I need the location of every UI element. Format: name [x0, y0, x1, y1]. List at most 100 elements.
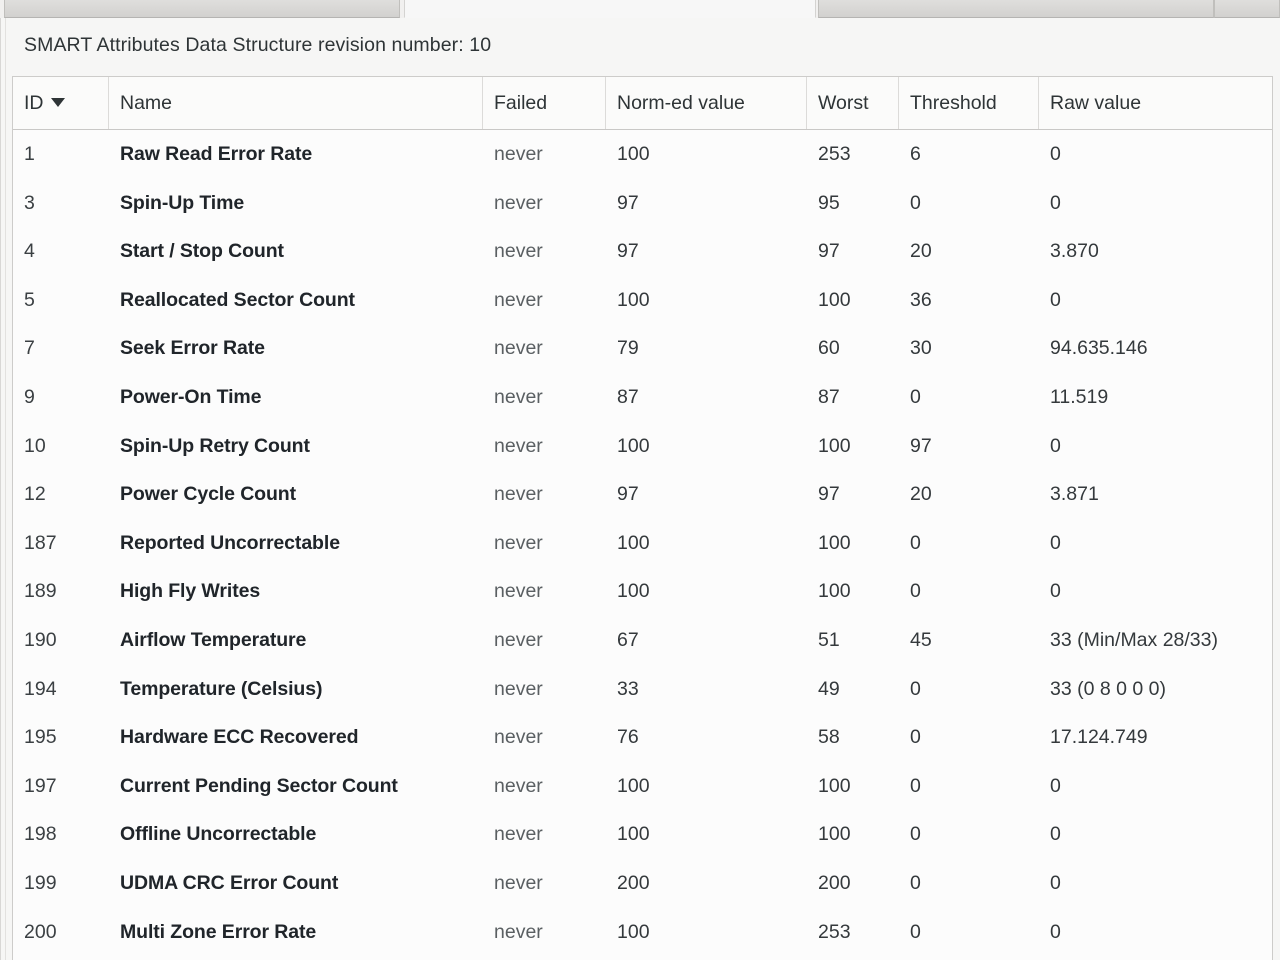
cell-normed: 97 [617, 240, 639, 263]
cell-name: Multi Zone Error Rate [120, 920, 317, 943]
cell-raw: 0 [1050, 434, 1061, 457]
cell-failed: never [494, 337, 543, 360]
cell-raw: 0 [1050, 920, 1061, 943]
column-header-worst[interactable]: Worst [807, 77, 899, 129]
cell-threshold: 0 [910, 580, 921, 603]
cell-worst: 58 [818, 726, 840, 749]
cell-worst: 60 [818, 337, 840, 360]
cell-normed: 76 [617, 726, 639, 749]
tab-item-2[interactable] [404, 0, 816, 18]
cell-failed: never [494, 823, 543, 846]
cell-id: 198 [24, 823, 57, 846]
smart-data-dialog: SMART Attributes Data Structure revision… [0, 0, 1280, 960]
column-header-name[interactable]: Name [109, 77, 483, 129]
cell-worst: 49 [818, 677, 840, 700]
table-row[interactable]: 197 Current Pending Sector Count never 100 1… [13, 761, 1272, 811]
table-row[interactable]: 190 Airflow Temperature never 67 51 45 33 (Min… [13, 615, 1272, 665]
table-row[interactable]: 1 Raw Read Error Rate never 100 253 6 0 [13, 130, 1272, 179]
table-row[interactable]: 187 Reported Uncorrectable never 100 100 0 0 [13, 518, 1272, 568]
cell-failed: never [494, 143, 543, 165]
table-row[interactable]: 10 Spin-Up Retry Count never 100 100 97 0 [13, 421, 1272, 471]
cell-id: 12 [24, 483, 46, 506]
tab-item-4[interactable] [1214, 0, 1280, 18]
cell-threshold: 0 [910, 726, 921, 749]
cell-raw: 94.635.146 [1050, 337, 1148, 360]
table-row[interactable]: 5 Reallocated Sector Count never 100 100 36 0 [13, 275, 1272, 325]
column-header-label: ID [24, 92, 44, 114]
cell-failed: never [494, 483, 543, 506]
cell-normed: 79 [617, 337, 639, 360]
cell-normed: 100 [617, 434, 650, 457]
cell-failed: never [494, 191, 543, 214]
table-row[interactable]: 195 Hardware ECC Recovered never 76 58 0 17.12… [13, 713, 1272, 762]
cell-normed: 100 [617, 143, 650, 165]
cell-worst: 87 [818, 385, 840, 408]
table-row[interactable]: 189 High Fly Writes never 100 100 0 0 [13, 567, 1272, 616]
cell-id: 9 [24, 385, 35, 408]
table-row[interactable]: 199 UDMA CRC Error Count never 200 200 0 0 [13, 858, 1272, 908]
tab-bar [0, 0, 1280, 18]
cell-name: High Fly Writes [120, 580, 261, 603]
table-row[interactable]: 198 Offline Uncorrectable never 100 100 0 0 [13, 810, 1272, 859]
cell-worst: 253 [818, 920, 851, 943]
table-row[interactable]: 200 Multi Zone Error Rate never 100 253 0 0 [13, 907, 1272, 957]
cell-threshold: 20 [910, 240, 932, 263]
column-header-label: Raw value [1050, 92, 1142, 114]
cell-failed: never [494, 677, 543, 700]
frame-edge-outer [0, 18, 1, 960]
cell-name: UDMA CRC Error Count [120, 871, 339, 894]
cell-raw: 0 [1050, 143, 1061, 165]
cell-id: 197 [24, 774, 57, 797]
tab-item-3[interactable] [818, 0, 1214, 18]
cell-raw: 33 (Min/Max 28/33) [1050, 628, 1218, 651]
cell-id: 4 [24, 240, 35, 263]
column-header-threshold[interactable]: Threshold [899, 77, 1039, 129]
table-row[interactable]: 7 Seek Error Rate never 79 60 30 94.635.146 [13, 324, 1272, 373]
table-row[interactable]: 9 Power-On Time never 87 87 0 11.519 [13, 372, 1272, 422]
cell-name: Start / Stop Count [120, 240, 284, 263]
table-row[interactable]: 194 Temperature (Celsius) never 33 49 0 33 (0 … [13, 664, 1272, 714]
cell-normed: 33 [617, 677, 639, 700]
chevron-down-icon [50, 98, 65, 107]
table-row[interactable]: 3 Spin-Up Time never 97 95 0 0 [13, 178, 1272, 228]
cell-failed: never [494, 288, 543, 311]
cell-name: Raw Read Error Rate [120, 143, 313, 165]
cell-id: 190 [24, 628, 57, 651]
cell-id: 7 [24, 337, 35, 360]
cell-worst: 100 [818, 531, 851, 554]
cell-normed: 87 [617, 385, 639, 408]
cell-id: 189 [24, 580, 57, 603]
cell-raw: 11.519 [1050, 385, 1109, 408]
cell-threshold: 0 [910, 531, 921, 554]
cell-id: 195 [24, 726, 57, 749]
cell-worst: 200 [818, 871, 851, 894]
column-header-label: Norm-ed value [617, 92, 745, 114]
cell-worst: 100 [818, 288, 851, 311]
column-header-id[interactable]: ID [13, 77, 109, 129]
cell-id: 10 [24, 434, 46, 457]
cell-failed: never [494, 240, 543, 263]
column-header-normed[interactable]: Norm-ed value [606, 77, 807, 129]
cell-raw: 17.124.749 [1050, 726, 1148, 749]
table-row[interactable]: 4 Start / Stop Count never 97 97 20 3.870 [13, 227, 1272, 276]
frame-edge-inner [5, 18, 6, 960]
cell-normed: 100 [617, 774, 650, 797]
cell-name: Temperature (Celsius) [120, 677, 323, 700]
cell-threshold: 0 [910, 677, 921, 700]
cell-raw: 0 [1050, 823, 1061, 846]
cell-normed: 67 [617, 628, 639, 651]
cell-worst: 100 [818, 823, 851, 846]
table-row[interactable]: 12 Power Cycle Count never 97 97 20 3.871 [13, 470, 1272, 519]
column-header-raw[interactable]: Raw value [1039, 77, 1272, 129]
cell-threshold: 0 [910, 920, 921, 943]
column-header-failed[interactable]: Failed [483, 77, 606, 129]
cell-threshold: 0 [910, 191, 921, 214]
cell-normed: 200 [617, 871, 650, 894]
cell-name: Power Cycle Count [120, 483, 296, 506]
cell-failed: never [494, 774, 543, 797]
cell-threshold: 30 [910, 337, 932, 360]
cell-normed: 100 [617, 823, 650, 846]
cell-raw: 0 [1050, 871, 1061, 894]
cell-normed: 97 [617, 191, 639, 214]
tab-item-1[interactable] [4, 0, 400, 18]
